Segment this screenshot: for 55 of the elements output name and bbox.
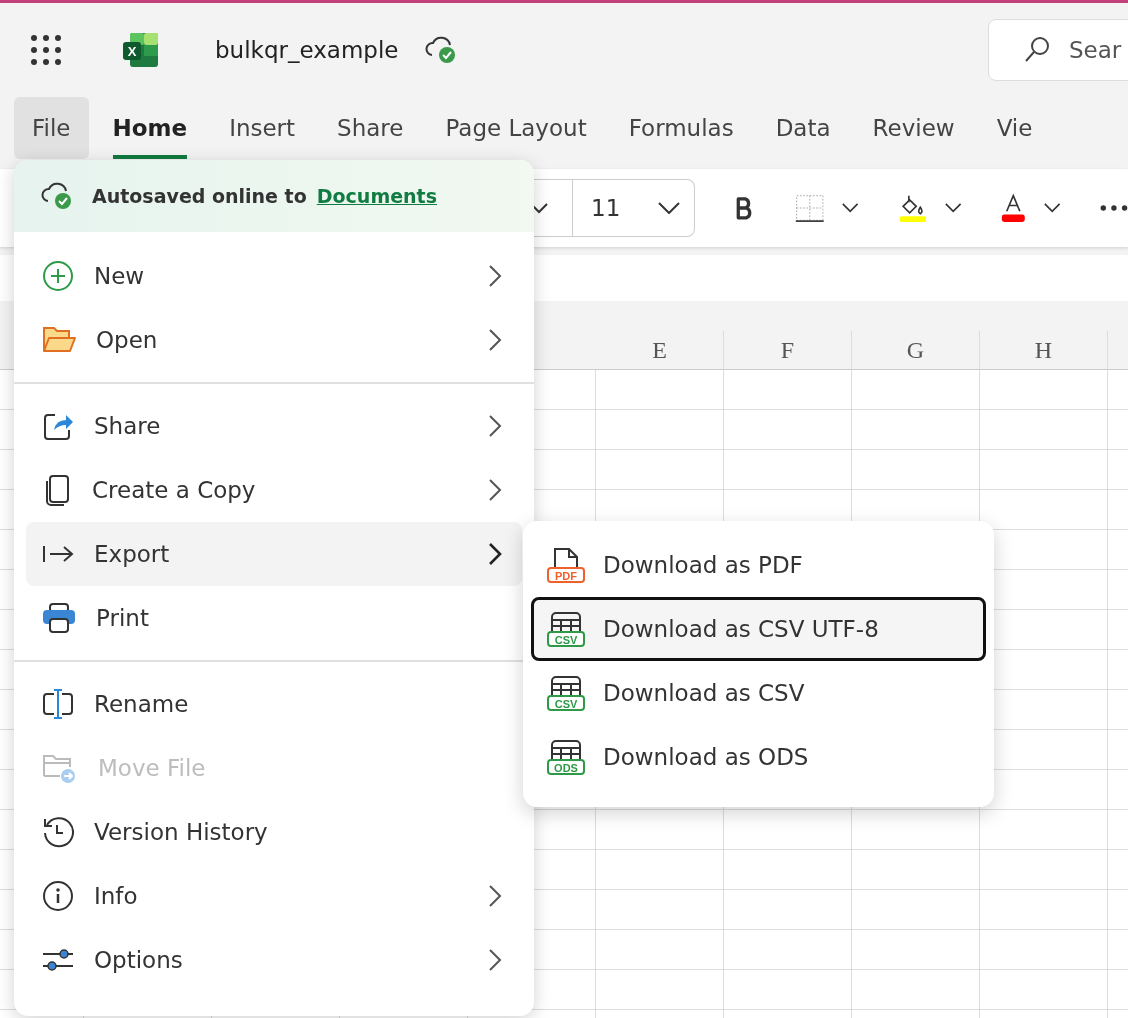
chevron-right-icon: [488, 414, 502, 438]
ribbon-tab[interactable]: Review: [854, 97, 973, 159]
menu-item[interactable]: Export: [26, 522, 522, 586]
menu-item[interactable]: Create a Copy: [26, 458, 522, 522]
folder-icon: [42, 325, 76, 355]
ribbon-tab[interactable]: Home: [112, 97, 188, 159]
font-color-icon[interactable]: [1001, 191, 1026, 225]
folder-arrow-icon: [42, 752, 78, 784]
search-field[interactable]: Sear: [988, 19, 1128, 81]
app-launcher-icon[interactable]: [30, 34, 62, 66]
printer-icon: [42, 602, 76, 634]
chevron-right-icon: [488, 264, 502, 288]
ribbon-tab[interactable]: Formulas: [610, 97, 752, 159]
menu-item[interactable]: Options: [26, 928, 522, 992]
cloud-check-icon: [40, 181, 74, 211]
info-icon: [42, 880, 74, 912]
column-header[interactable]: G: [852, 331, 980, 369]
menu-item[interactable]: Print: [26, 586, 522, 650]
document-title[interactable]: bulkqr_example: [215, 37, 399, 63]
menu-item[interactable]: ODS Download as ODS: [531, 725, 986, 789]
documents-link[interactable]: Documents: [316, 185, 437, 207]
chevron-down-icon[interactable]: [944, 202, 962, 214]
chevron-right-icon: [488, 884, 502, 908]
column-header[interactable]: E: [596, 331, 724, 369]
ribbon-tab[interactable]: File: [14, 97, 89, 159]
chevron-down-icon[interactable]: [1043, 202, 1061, 214]
menu-item[interactable]: Rename: [26, 672, 522, 736]
menu-item[interactable]: CSV Download as CSV UTF-8: [531, 597, 986, 661]
chevron-down-icon[interactable]: [658, 202, 681, 214]
menu-item[interactable]: Version History: [26, 800, 522, 864]
rename-icon: [42, 688, 74, 720]
sliders-icon: [42, 946, 74, 974]
menu-item[interactable]: CSV Download as CSV: [531, 661, 986, 725]
menu-item[interactable]: New: [26, 244, 522, 308]
ribbon-tab[interactable]: Insert: [211, 97, 314, 159]
plus-circle-icon: [42, 260, 74, 292]
chevron-right-icon: [488, 948, 502, 972]
ribbon-tab[interactable]: Share: [319, 97, 422, 159]
chevron-right-icon: [488, 542, 502, 566]
more-icon[interactable]: [1100, 204, 1128, 212]
ribbon-tab[interactable]: Page Layout: [427, 97, 605, 159]
chevron-right-icon: [488, 478, 502, 502]
column-header[interactable]: F: [724, 331, 852, 369]
column-header[interactable]: H: [980, 331, 1108, 369]
export-arrow-icon: [42, 544, 74, 564]
menu-item[interactable]: Open: [26, 308, 522, 372]
autosave-status: Autosaved online to: [92, 185, 307, 207]
ribbon-tab[interactable]: Vie: [978, 97, 1051, 159]
ribbon-tab[interactable]: Data: [757, 97, 849, 159]
menu-item[interactable]: Share: [26, 394, 522, 458]
menu-item[interactable]: Info: [26, 864, 522, 928]
chevron-down-icon[interactable]: [842, 202, 859, 214]
history-icon: [42, 816, 74, 848]
menu-item[interactable]: PDF Download as PDF: [531, 533, 986, 597]
chevron-right-icon: [488, 328, 502, 352]
